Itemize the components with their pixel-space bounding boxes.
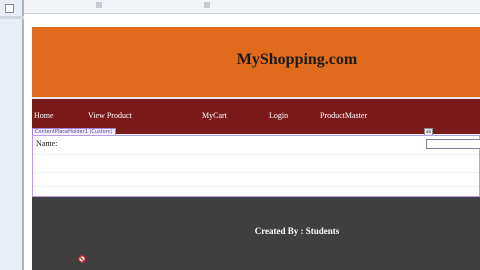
- header-banner: MyShopping.com: [32, 27, 480, 97]
- ide-left-panel: [0, 0, 24, 270]
- row-divider: [33, 172, 479, 173]
- collapse-marker-icon[interactable]: [5, 4, 14, 13]
- designer-top-rule: [24, 0, 480, 14]
- nav-link-login[interactable]: Login: [269, 111, 288, 120]
- row-divider: [33, 186, 479, 187]
- ruler-tick-icon: [204, 2, 210, 8]
- nav-link-product-master[interactable]: ProductMaster: [320, 111, 367, 120]
- footer: Created By : Students: [32, 197, 480, 270]
- nav-link-mycart[interactable]: MyCart: [202, 111, 227, 120]
- footer-credit: Created By : Students: [254, 226, 340, 236]
- nav-link-view-product[interactable]: View Product: [88, 111, 132, 120]
- site-title: MyShopping.com: [236, 51, 358, 68]
- not-allowed-cursor-icon: [78, 255, 86, 263]
- ruler-tick-icon: [96, 2, 102, 8]
- content-placeholder-area[interactable]: Name:: [32, 135, 480, 197]
- ide-left-strip: [0, 0, 24, 270]
- nav-link-home[interactable]: Home: [34, 111, 54, 120]
- name-label: Name:: [36, 139, 58, 148]
- web-page-preview: MyShopping.com Home View Product MyCart …: [32, 27, 480, 270]
- row-divider: [33, 154, 479, 155]
- name-input[interactable]: [426, 139, 480, 149]
- ide-toolbar-rule: [0, 16, 24, 19]
